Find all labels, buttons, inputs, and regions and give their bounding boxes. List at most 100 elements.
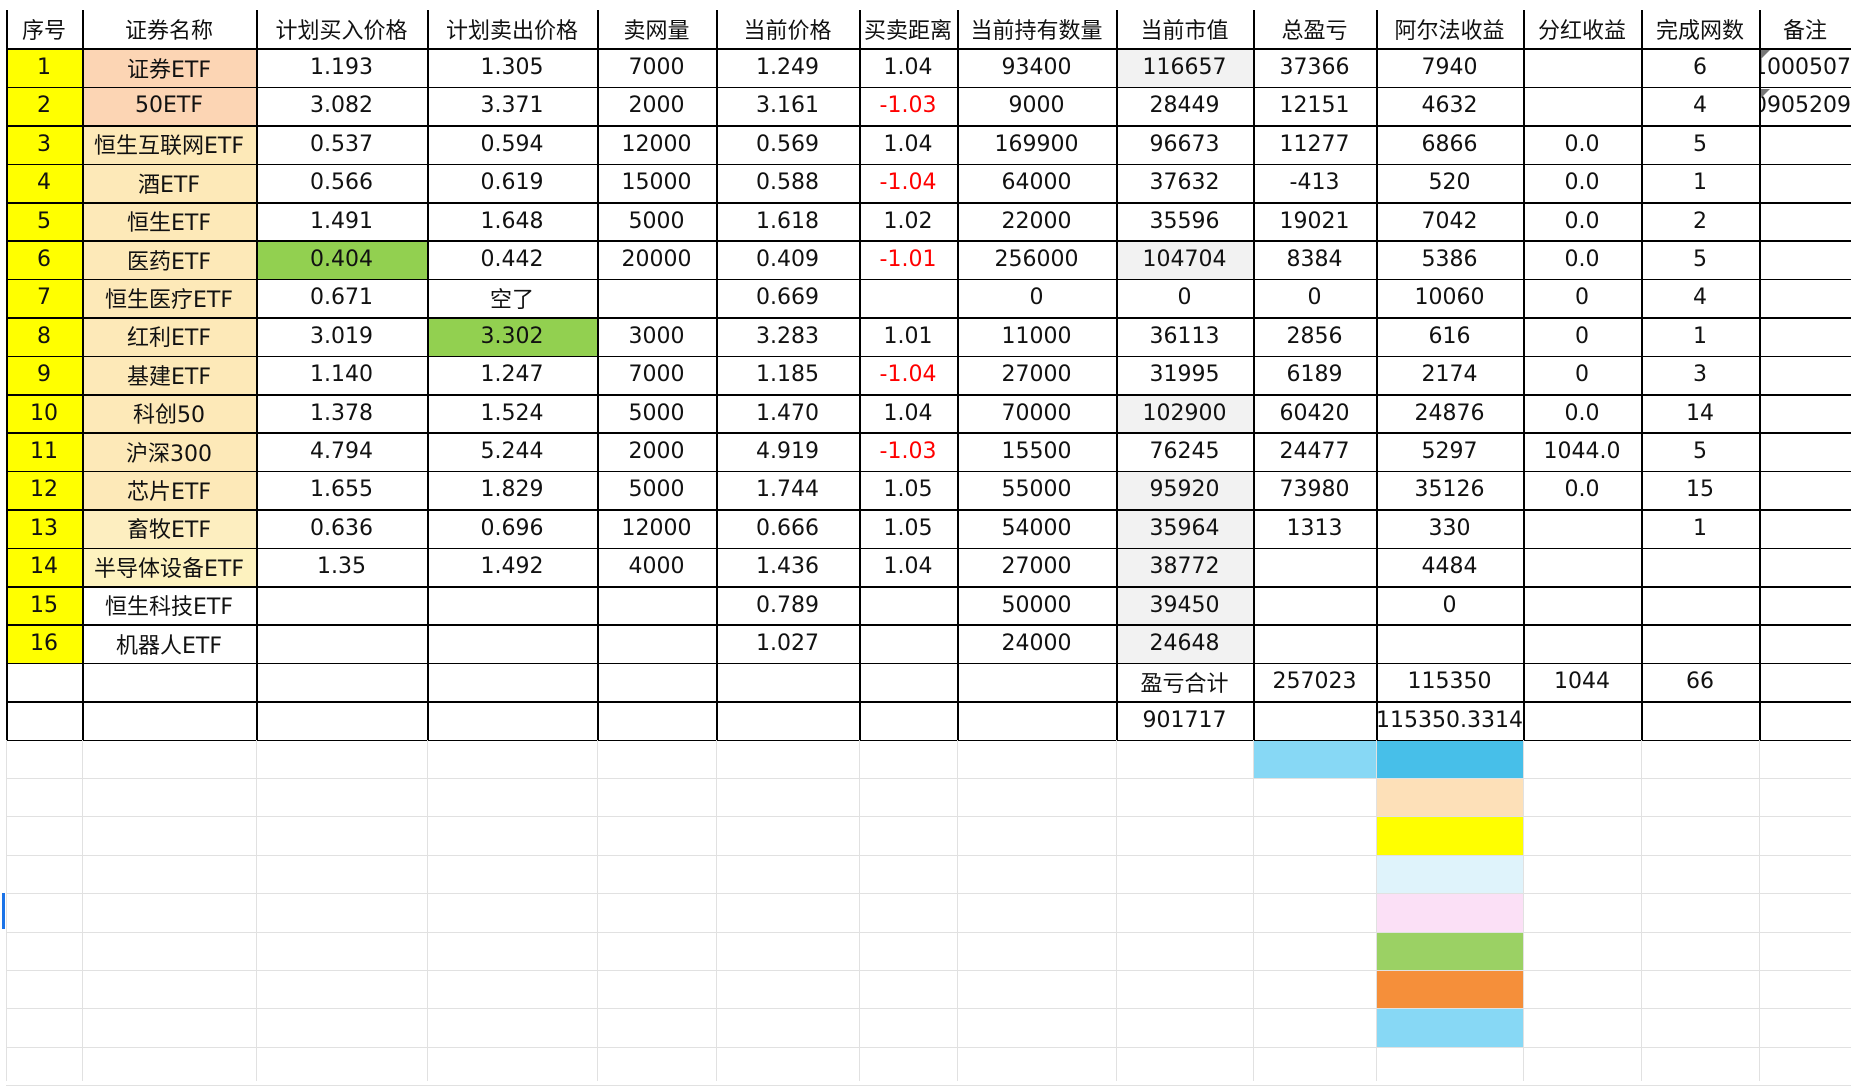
row-11-distance[interactable]: -1.03 <box>859 432 957 470</box>
total-row-distance[interactable] <box>859 701 957 739</box>
row-7-buy-price[interactable]: 0.671 <box>256 279 427 317</box>
row-13-name[interactable]: 畜牧ETF <box>82 509 256 548</box>
row-2-name[interactable]: 50ETF <box>82 86 256 126</box>
row-10-dividend[interactable]: 0.0 <box>1523 394 1641 432</box>
row-6-dividend[interactable]: 0.0 <box>1523 240 1641 278</box>
row-7-holding-qty[interactable]: 0 <box>957 279 1116 317</box>
total-row-dividend[interactable] <box>1523 701 1641 739</box>
row-16-buy-price[interactable] <box>256 624 427 662</box>
header-buy-price[interactable]: 计划买入价格 <box>256 10 427 48</box>
row-16-distance[interactable] <box>859 624 957 662</box>
year-total-label[interactable] <box>1116 1047 1253 1085</box>
row-3-name[interactable]: 恒生互联网ETF <box>82 125 256 164</box>
row-8-grids-done[interactable]: 1 <box>1641 317 1759 355</box>
row-8-note[interactable] <box>1759 317 1851 355</box>
row-8-market-value[interactable]: 36113 <box>1116 317 1253 355</box>
row-10-note[interactable] <box>1759 394 1851 432</box>
row-16-note[interactable] <box>1759 624 1851 662</box>
row-6-current-price[interactable]: 0.409 <box>716 240 859 278</box>
total-row-sell-price[interactable] <box>427 663 597 701</box>
row-7-dividend[interactable]: 0 <box>1523 279 1641 317</box>
row-6-index[interactable]: 6 <box>6 240 82 279</box>
month-value[interactable] <box>1376 970 1523 1009</box>
row-4-sell-qty[interactable]: 15000 <box>597 164 716 202</box>
row-15-sell-price[interactable] <box>427 586 597 624</box>
row-8-name[interactable]: 红利ETF <box>82 317 256 356</box>
grid-income-value[interactable] <box>1253 739 1376 778</box>
row-15-holding-qty[interactable]: 50000 <box>957 586 1116 624</box>
row-14-distance[interactable]: 1.04 <box>859 548 957 586</box>
month-status[interactable] <box>1523 855 1641 893</box>
total-row-index[interactable] <box>6 663 82 701</box>
row-6-name[interactable]: 医药ETF <box>82 240 256 279</box>
row-6-sell-price[interactable]: 0.442 <box>427 240 597 278</box>
row-12-note[interactable] <box>1759 471 1851 509</box>
row-13-alpha[interactable]: 330 <box>1376 509 1523 547</box>
row-10-market-value[interactable]: 102900 <box>1116 394 1253 433</box>
row-2-index[interactable]: 2 <box>6 86 82 126</box>
row-8-sell-qty[interactable]: 3000 <box>597 317 716 355</box>
total-row-holding-qty[interactable] <box>957 701 1116 739</box>
row-13-holding-qty[interactable]: 54000 <box>957 509 1116 547</box>
row-16-sell-qty[interactable] <box>597 624 716 662</box>
row-14-market-value[interactable]: 38772 <box>1116 547 1253 586</box>
dividend-label[interactable] <box>1523 740 1641 778</box>
total-row-total-pnl[interactable] <box>1253 701 1376 739</box>
row-12-buy-price[interactable]: 1.655 <box>256 471 427 509</box>
row-14-holding-qty[interactable]: 27000 <box>957 548 1116 586</box>
total-row-buy-price[interactable] <box>256 663 427 701</box>
row-8-dividend[interactable]: 0 <box>1523 317 1641 355</box>
month-status[interactable] <box>1523 778 1641 816</box>
row-8-distance[interactable]: 1.01 <box>859 317 957 355</box>
row-9-alpha[interactable]: 2174 <box>1376 356 1523 394</box>
total-row-index[interactable] <box>6 701 82 739</box>
header-sell-price[interactable]: 计划卖出价格 <box>427 10 597 48</box>
row-9-buy-price[interactable]: 1.140 <box>256 356 427 394</box>
row-12-alpha[interactable]: 35126 <box>1376 471 1523 509</box>
total-row-note[interactable] <box>1759 663 1851 701</box>
row-10-holding-qty[interactable]: 70000 <box>957 394 1116 432</box>
header-sell-qty[interactable]: 卖网量 <box>597 10 716 48</box>
row-8-buy-price[interactable]: 3.019 <box>256 317 427 355</box>
row-16-index[interactable]: 16 <box>6 624 82 663</box>
row-2-sell-price[interactable]: 3.371 <box>427 87 597 125</box>
header-index[interactable]: 序号 <box>6 10 82 48</box>
row-16-holding-qty[interactable]: 24000 <box>957 624 1116 662</box>
row-1-market-value[interactable]: 116657 <box>1116 48 1253 87</box>
row-13-sell-price[interactable]: 0.696 <box>427 509 597 547</box>
row-7-market-value[interactable]: 0 <box>1116 279 1253 317</box>
row-16-sell-price[interactable] <box>427 624 597 662</box>
row-12-grids-done[interactable]: 15 <box>1641 471 1759 509</box>
row-4-market-value[interactable]: 37632 <box>1116 164 1253 202</box>
row-7-distance[interactable] <box>859 279 957 317</box>
month-status[interactable] <box>1523 1008 1641 1046</box>
row-2-note[interactable]: 30905209 <box>1759 87 1851 125</box>
row-14-dividend[interactable] <box>1523 548 1641 586</box>
row-3-index[interactable]: 3 <box>6 125 82 164</box>
row-9-market-value[interactable]: 31995 <box>1116 356 1253 394</box>
row-5-current-price[interactable]: 1.618 <box>716 202 859 240</box>
header-current-price[interactable]: 当前价格 <box>716 10 859 48</box>
row-4-grids-done[interactable]: 1 <box>1641 164 1759 202</box>
row-3-grids-done[interactable]: 5 <box>1641 125 1759 163</box>
row-15-index[interactable]: 15 <box>6 586 82 625</box>
row-15-name[interactable]: 恒生科技ETF <box>82 586 256 624</box>
row-11-alpha[interactable]: 5297 <box>1376 432 1523 470</box>
row-14-grids-done[interactable] <box>1641 548 1759 586</box>
dividend-value[interactable] <box>1759 740 1851 778</box>
row-11-index[interactable]: 11 <box>6 432 82 471</box>
row-13-dividend[interactable] <box>1523 509 1641 547</box>
row-12-market-value[interactable]: 95920 <box>1116 470 1253 510</box>
row-14-current-price[interactable]: 1.436 <box>716 548 859 586</box>
row-1-buy-price[interactable]: 1.193 <box>256 48 427 86</box>
row-2-market-value[interactable]: 28449 <box>1116 87 1253 125</box>
row-4-alpha[interactable]: 520 <box>1376 164 1523 202</box>
row-4-holding-qty[interactable]: 64000 <box>957 164 1116 202</box>
row-5-buy-price[interactable]: 1.491 <box>256 202 427 240</box>
row-7-note[interactable] <box>1759 279 1851 317</box>
row-1-distance[interactable]: 1.04 <box>859 48 957 86</box>
total-row-alpha[interactable]: 115350.3314 <box>1376 701 1523 739</box>
total-row-grids-done[interactable] <box>1641 701 1759 739</box>
row-1-current-price[interactable]: 1.249 <box>716 48 859 86</box>
row-11-total-pnl[interactable]: 24477 <box>1253 432 1376 470</box>
